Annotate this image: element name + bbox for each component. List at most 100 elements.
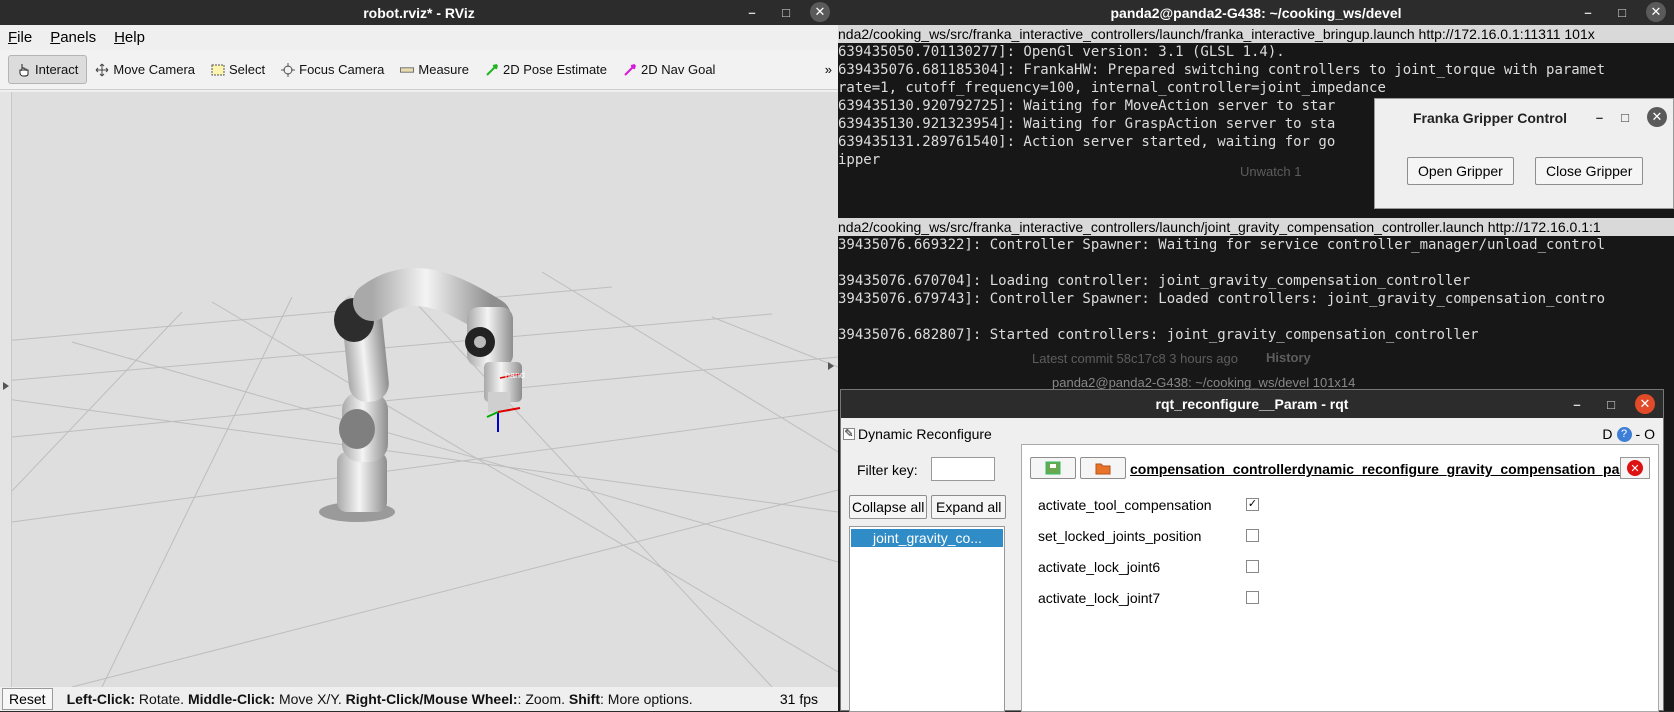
move-arrows-icon [95, 63, 109, 77]
tool-interact[interactable]: Interact [8, 55, 88, 84]
folder-icon [1095, 463, 1111, 475]
magenta-arrow-icon [623, 63, 637, 77]
toolbar-overflow-icon[interactable]: » [825, 62, 832, 77]
param-name: set_locked_joints_position [1038, 527, 1202, 544]
minimize-icon[interactable]: – [742, 2, 762, 22]
ground-grid [12, 271, 838, 687]
grid-and-robot-scene [12, 268, 838, 687]
param-row-activate-lock-joint7: activate_lock_joint7 [1038, 582, 1458, 613]
expand-all-button[interactable]: Expand all [931, 495, 1007, 519]
menu-help[interactable]: Help [114, 29, 145, 46]
param-checkbox-checked[interactable]: ✓ [1246, 498, 1259, 511]
hint-key-shift: Shift [568, 691, 601, 707]
green-arrow-icon [485, 63, 499, 77]
rviz-title: robot.rviz* - RViz [363, 4, 475, 21]
node-path-label: compensation_controllerdynamic_reconfigu… [1130, 461, 1620, 477]
rqt-maximize-icon[interactable]: □ [1601, 394, 1621, 414]
tool-2d-nav-goal[interactable]: 2D Nav Goal [615, 56, 723, 83]
filter-key-input[interactable] [931, 457, 995, 481]
reset-button[interactable]: Reset [2, 688, 53, 710]
close-gripper-button[interactable]: Close Gripper [1535, 157, 1644, 185]
rqt-minimize-icon[interactable]: – [1567, 394, 1587, 414]
terminal-pane2-title[interactable]: nda2/cooking_ws/src/franka_interactive_c… [838, 218, 1674, 236]
tool-focus-camera[interactable]: Focus Camera [273, 56, 392, 83]
tree-item-selected[interactable]: joint_gravity_co... [851, 529, 1003, 547]
ruler-icon [400, 63, 415, 77]
param-checkbox[interactable] [1246, 591, 1259, 604]
terminal-title: panda2@panda2-G438: ~/cooking_ws/devel [1110, 4, 1402, 21]
plugin-minimize-close[interactable]: - O [1636, 426, 1655, 442]
param-name: activate_tool_compensation [1038, 496, 1212, 513]
rqt-titlebar[interactable]: rqt_reconfigure__Param - rqt – □ ✕ [841, 390, 1663, 418]
terminal-maximize-icon[interactable]: □ [1612, 2, 1632, 22]
param-list: activate_tool_compensation ✓ set_locked_… [1038, 489, 1458, 613]
3d-viewport[interactable]: hand [12, 92, 838, 687]
left-panel-handle[interactable] [0, 92, 12, 687]
rqt-close-icon[interactable]: ✕ [1635, 394, 1655, 414]
menu-panels[interactable]: Panels [50, 29, 96, 46]
rqt-reconfigure-window: rqt_reconfigure__Param - rqt – □ ✕ ✎ Dyn… [840, 389, 1664, 712]
rviz-statusbar: Reset Left-Click: Rotate. Middle-Click: … [0, 687, 838, 711]
rviz-titlebar[interactable]: robot.rviz* - RViz – □ ✕ [0, 0, 838, 25]
param-name: activate_lock_joint6 [1038, 558, 1161, 575]
gripper-maximize-icon[interactable]: □ [1621, 110, 1629, 125]
collapse-all-button[interactable]: Collapse all [849, 495, 928, 519]
collapse-right-panel-icon[interactable] [828, 362, 834, 370]
gripper-title: Franka Gripper Control [1413, 110, 1568, 126]
close-node-button[interactable]: ✕ [1620, 457, 1650, 479]
param-checkbox[interactable] [1246, 529, 1259, 542]
tool-select-label: Select [229, 62, 266, 77]
terminal-line: 639435076.681185304]: FrankaHW: Prepared… [838, 62, 1606, 78]
menu-panels-label: anels [60, 29, 97, 46]
rviz-menubar: File Panels Help [0, 25, 838, 50]
menu-file-label: ile [17, 29, 33, 46]
plugin-dock-button[interactable]: D [1602, 426, 1612, 442]
menu-help-mnemonic: H [114, 29, 125, 46]
mouse-hint: Left-Click: Rotate. Middle-Click: Move X… [67, 691, 693, 707]
plugin-header: ✎ Dynamic Reconfigure [843, 426, 992, 442]
terminal-line: 39435076.670704]: Loading controller: jo… [838, 273, 1471, 289]
terminal-line: 39435076.682807]: Started controllers: j… [838, 327, 1479, 343]
select-box-icon [211, 63, 225, 77]
robot-arm [319, 268, 522, 522]
hand-pointer-icon [17, 63, 31, 77]
maximize-icon[interactable]: □ [776, 2, 796, 22]
tool-move-camera[interactable]: Move Camera [87, 56, 203, 83]
terminal-titlebar[interactable]: panda2@panda2-G438: ~/cooking_ws/devel –… [838, 0, 1674, 25]
plugin-header-controls: D ? - O [1602, 426, 1655, 442]
help-icon[interactable]: ? [1616, 426, 1632, 442]
terminal-close-icon[interactable]: ✕ [1646, 2, 1666, 22]
terminal-line: 39435076.679743]: Controller Spawner: Lo… [838, 291, 1606, 307]
load-params-button[interactable] [1080, 457, 1126, 479]
param-editor-panel: compensation_controllerdynamic_reconfigu… [1021, 444, 1659, 712]
franka-gripper-window: Franka Gripper Control – □ ✕ Open Grippe… [1374, 98, 1674, 209]
background-ghost-text: Unwatch 1 [1240, 164, 1302, 179]
fps-counter: 31 fps [779, 691, 818, 707]
tool-measure[interactable]: Measure [392, 56, 477, 83]
hint-key-right: Right-Click/Mouse Wheel: [345, 691, 518, 707]
tool-select[interactable]: Select [203, 56, 273, 83]
param-checkbox[interactable] [1246, 560, 1259, 573]
background-ghost-terminal-title: panda2@panda2-G438: ~/cooking_ws/devel 1… [1052, 375, 1356, 390]
gripper-close-icon[interactable]: ✕ [1647, 107, 1667, 127]
terminal-pane2-output[interactable]: 39435076.669322]: Controller Spawner: Wa… [838, 236, 1674, 344]
tool-move-camera-label: Move Camera [113, 62, 195, 77]
tool-2d-nav-goal-label: 2D Nav Goal [641, 62, 716, 77]
expand-panel-icon [3, 382, 9, 390]
node-tree[interactable]: joint_gravity_co... [849, 526, 1005, 712]
terminal-pane1-title[interactable]: nda2/cooking_ws/src/franka_interactive_c… [838, 25, 1674, 43]
hint-text-right: : Zoom. [517, 691, 569, 707]
save-params-button[interactable] [1030, 457, 1076, 479]
tool-focus-camera-label: Focus Camera [299, 62, 385, 77]
gripper-titlebar[interactable]: Franka Gripper Control – □ ✕ [1375, 99, 1673, 137]
close-icon[interactable]: ✕ [810, 2, 830, 22]
menu-file[interactable]: File [8, 29, 32, 46]
gripper-minimize-icon[interactable]: – [1596, 110, 1603, 125]
tool-2d-pose-estimate[interactable]: 2D Pose Estimate [477, 56, 615, 83]
terminal-line: 39435076.669322]: Controller Spawner: Wa… [838, 237, 1606, 253]
open-gripper-button[interactable]: Open Gripper [1407, 157, 1514, 185]
tool-measure-label: Measure [418, 62, 469, 77]
param-row-activate-lock-joint6: activate_lock_joint6 [1038, 551, 1458, 582]
terminal-minimize-icon[interactable]: – [1578, 2, 1598, 22]
